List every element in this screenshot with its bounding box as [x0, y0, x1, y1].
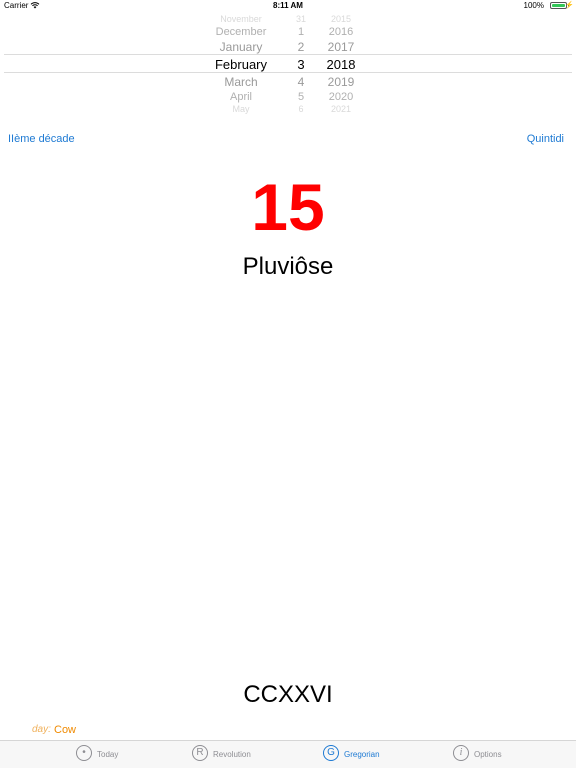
picker-day[interactable]: 4: [286, 75, 316, 89]
picker-year[interactable]: 2019: [320, 75, 362, 89]
picker-day[interactable]: 31: [286, 14, 316, 24]
picker-day[interactable]: 2: [286, 40, 316, 54]
picker-month[interactable]: February: [200, 57, 282, 72]
tab-bar: • Today R Revolution G Gregorian i Optio…: [0, 740, 576, 768]
gregorian-icon: G: [323, 745, 339, 761]
picker-day[interactable]: 3: [286, 57, 316, 72]
picker-year[interactable]: 2015: [320, 14, 362, 24]
day-name-link[interactable]: Cow: [54, 724, 76, 736]
picker-row[interactable]: March 4 2019: [0, 75, 576, 91]
tab-label: Options: [474, 750, 502, 759]
decade-label: IIème décade: [8, 133, 75, 145]
day-caption-label: day:: [32, 724, 51, 735]
status-bar: Carrier 8:11 AM 100% ⚡: [0, 0, 576, 12]
picker-year[interactable]: 2018: [320, 57, 362, 72]
picker-row-selected[interactable]: February 3 2018: [0, 57, 576, 73]
battery-percentage: 100%: [523, 1, 544, 10]
picker-month[interactable]: December: [200, 26, 282, 38]
tab-label: Gregorian: [344, 750, 380, 759]
picker-year[interactable]: 2016: [320, 26, 362, 38]
picker-month[interactable]: November: [200, 14, 282, 24]
picker-year[interactable]: 2021: [320, 104, 362, 114]
picker-day[interactable]: 6: [286, 104, 316, 114]
republican-month-name: Pluviôse: [242, 253, 334, 280]
republican-day-number: 15: [251, 170, 325, 244]
picker-year[interactable]: 2017: [320, 40, 362, 54]
picker-month[interactable]: March: [200, 75, 282, 89]
picker-year[interactable]: 2020: [320, 91, 362, 103]
info-icon: i: [453, 745, 469, 761]
picker-row[interactable]: May 6 2021: [0, 104, 576, 114]
tab-label: Today: [97, 750, 119, 759]
picker-day[interactable]: 1: [286, 26, 316, 38]
weekday-label: Quintidi: [526, 133, 564, 145]
date-picker[interactable]: November 31 2015 December 1 2016 January…: [0, 14, 576, 114]
charging-icon: ⚡: [565, 2, 574, 9]
picker-month[interactable]: January: [200, 40, 282, 54]
republican-year-roman: CCXXVI: [243, 681, 333, 708]
picker-month[interactable]: May: [200, 104, 282, 114]
clock: 8:11 AM: [273, 1, 303, 10]
tab-label: Revolution: [213, 750, 251, 759]
picker-row[interactable]: January 2 2017: [0, 40, 576, 56]
picker-day[interactable]: 5: [286, 91, 316, 103]
revolution-icon: R: [192, 745, 208, 761]
picker-month[interactable]: April: [200, 91, 282, 103]
today-icon: •: [76, 745, 92, 761]
